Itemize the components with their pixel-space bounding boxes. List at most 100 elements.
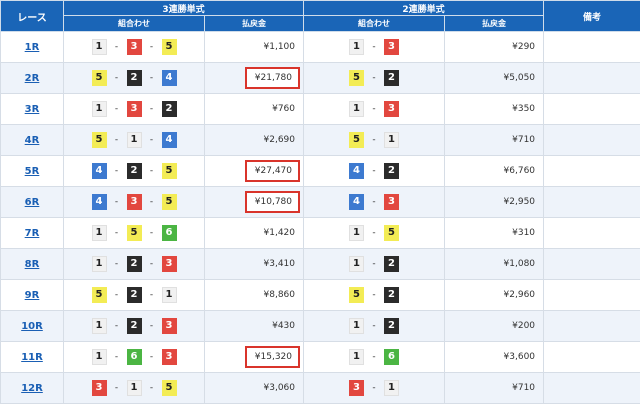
boat-number-badge: 2 (126, 163, 142, 179)
trifecta-payout-cell: ¥760 (203, 93, 305, 125)
race-link[interactable]: 5R (25, 166, 40, 177)
highlighted-payout: ¥15,320 (244, 346, 301, 368)
boat-number-badge: 3 (384, 39, 400, 55)
boat-number-badge: 1 (349, 101, 365, 117)
race-link[interactable]: 1R (25, 42, 40, 53)
separator-dash: - (149, 321, 154, 331)
boat-number-badge: 1 (126, 132, 142, 148)
boat-number-badge: 2 (384, 256, 400, 272)
boat-number-badge: 3 (349, 380, 365, 396)
payout-value: ¥8,860 (263, 290, 296, 300)
exacta-combo-cell: 1-2 (303, 310, 446, 342)
race-link[interactable]: 9R (25, 290, 40, 301)
race-link[interactable]: 2R (25, 73, 40, 84)
race-cell: 3R (0, 93, 64, 125)
payout-value: ¥6,760 (503, 166, 536, 176)
boat-number-badge: 2 (126, 70, 142, 86)
separator-dash: - (114, 73, 119, 83)
boat-number-badge: 2 (126, 318, 142, 334)
race-link[interactable]: 6R (25, 197, 40, 208)
trifecta-combo-cell: 1-3-5 (63, 31, 205, 63)
exacta-payout-cell: ¥310 (444, 217, 545, 249)
boat-number-badge: 4 (91, 194, 107, 210)
race-link[interactable]: 7R (25, 228, 40, 239)
race-result-row: 1R 1-3-5 ¥1,100 1-3 ¥290 (0, 31, 640, 63)
separator-dash: - (372, 228, 376, 238)
separator-dash: - (372, 166, 376, 176)
separator-dash: - (149, 135, 154, 145)
boat-number-badge: 3 (126, 194, 142, 210)
boat-number-badge: 1 (91, 318, 107, 334)
boat-number-badge: 3 (91, 380, 107, 396)
separator-dash: - (149, 228, 154, 238)
trifecta-combo-cell: 4-2-5 (63, 155, 205, 187)
separator-dash: - (114, 42, 119, 52)
boat-number-badge: 4 (161, 70, 177, 86)
separator-dash: - (149, 290, 154, 300)
race-result-row: 11R 1-6-3 ¥15,320 1-6 ¥3,600 (0, 341, 640, 373)
boat-number-badge: 2 (384, 287, 400, 303)
separator-dash: - (372, 42, 376, 52)
race-link[interactable]: 12R (21, 383, 43, 394)
race-link[interactable]: 3R (25, 104, 40, 115)
note-cell (543, 279, 640, 311)
separator-dash: - (372, 73, 376, 83)
exacta-payout-cell: ¥1,080 (444, 248, 545, 280)
boat-number-badge: 6 (161, 225, 177, 241)
separator-dash: - (114, 321, 119, 331)
note-cell (543, 124, 640, 156)
race-result-row: 2R 5-2-4 ¥21,780 5-2 ¥5,050 (0, 62, 640, 94)
payout-value: ¥2,690 (263, 135, 296, 145)
separator-dash: - (149, 197, 154, 207)
race-result-row: 12R 3-1-5 ¥3,060 3-1 ¥710 (0, 372, 640, 404)
boat-number-badge: 1 (384, 132, 400, 148)
boat-number-badge: 1 (91, 101, 107, 117)
boat-number-badge: 5 (91, 132, 107, 148)
payout-value: ¥3,410 (263, 259, 296, 269)
note-column-header: 備考 (543, 0, 640, 32)
separator-dash: - (114, 197, 119, 207)
separator-dash: - (149, 383, 154, 393)
separator-dash: - (114, 352, 119, 362)
race-link[interactable]: 8R (25, 259, 40, 270)
trifecta-payout-header: 払戻金 (203, 15, 305, 32)
boat-number-badge: 2 (126, 256, 142, 272)
trifecta-combo-cell: 1-3-2 (63, 93, 205, 125)
trifecta-payout-cell: ¥2,690 (203, 124, 305, 156)
separator-dash: - (372, 104, 376, 114)
boat-number-badge: 1 (91, 225, 107, 241)
race-result-row: 8R 1-2-3 ¥3,410 1-2 ¥1,080 (0, 248, 640, 280)
results-table: レース 3連勝単式 2連勝単式 備考 組合わせ 払戻金 組合わせ 払戻金 1R 1… (0, 0, 640, 404)
separator-dash: - (114, 383, 119, 393)
boat-number-badge: 5 (126, 225, 142, 241)
separator-dash: - (372, 383, 376, 393)
exacta-combo-cell: 3-1 (303, 372, 446, 404)
race-result-row: 10R 1-2-3 ¥430 1-2 ¥200 (0, 310, 640, 342)
separator-dash: - (114, 166, 119, 176)
exacta-combo-header: 組合わせ (303, 15, 446, 32)
trifecta-payout-cell: ¥8,860 (203, 279, 305, 311)
race-cell: 1R (0, 31, 64, 63)
race-link[interactable]: 11R (21, 352, 43, 363)
separator-dash: - (372, 321, 376, 331)
race-cell: 10R (0, 310, 64, 342)
race-link[interactable]: 10R (21, 321, 43, 332)
payout-value: ¥3,600 (503, 352, 536, 362)
boat-number-badge: 2 (384, 163, 400, 179)
boat-number-badge: 4 (349, 194, 365, 210)
exacta-combo-cell: 1-5 (303, 217, 446, 249)
note-cell (543, 31, 640, 63)
race-link[interactable]: 4R (25, 135, 40, 146)
boat-number-badge: 5 (91, 70, 107, 86)
exacta-payout-cell: ¥2,960 (444, 279, 545, 311)
boat-number-badge: 6 (384, 349, 400, 365)
boat-number-badge: 3 (161, 349, 177, 365)
trifecta-combo-cell: 1-2-3 (63, 248, 205, 280)
exacta-combo-cell: 1-6 (303, 341, 446, 373)
race-cell: 5R (0, 155, 64, 187)
highlighted-payout: ¥10,780 (244, 191, 301, 213)
boat-number-badge: 1 (91, 349, 107, 365)
exacta-combo-cell: 4-2 (303, 155, 446, 187)
payout-value: ¥290 (512, 42, 536, 52)
payout-value: ¥430 (272, 321, 296, 331)
